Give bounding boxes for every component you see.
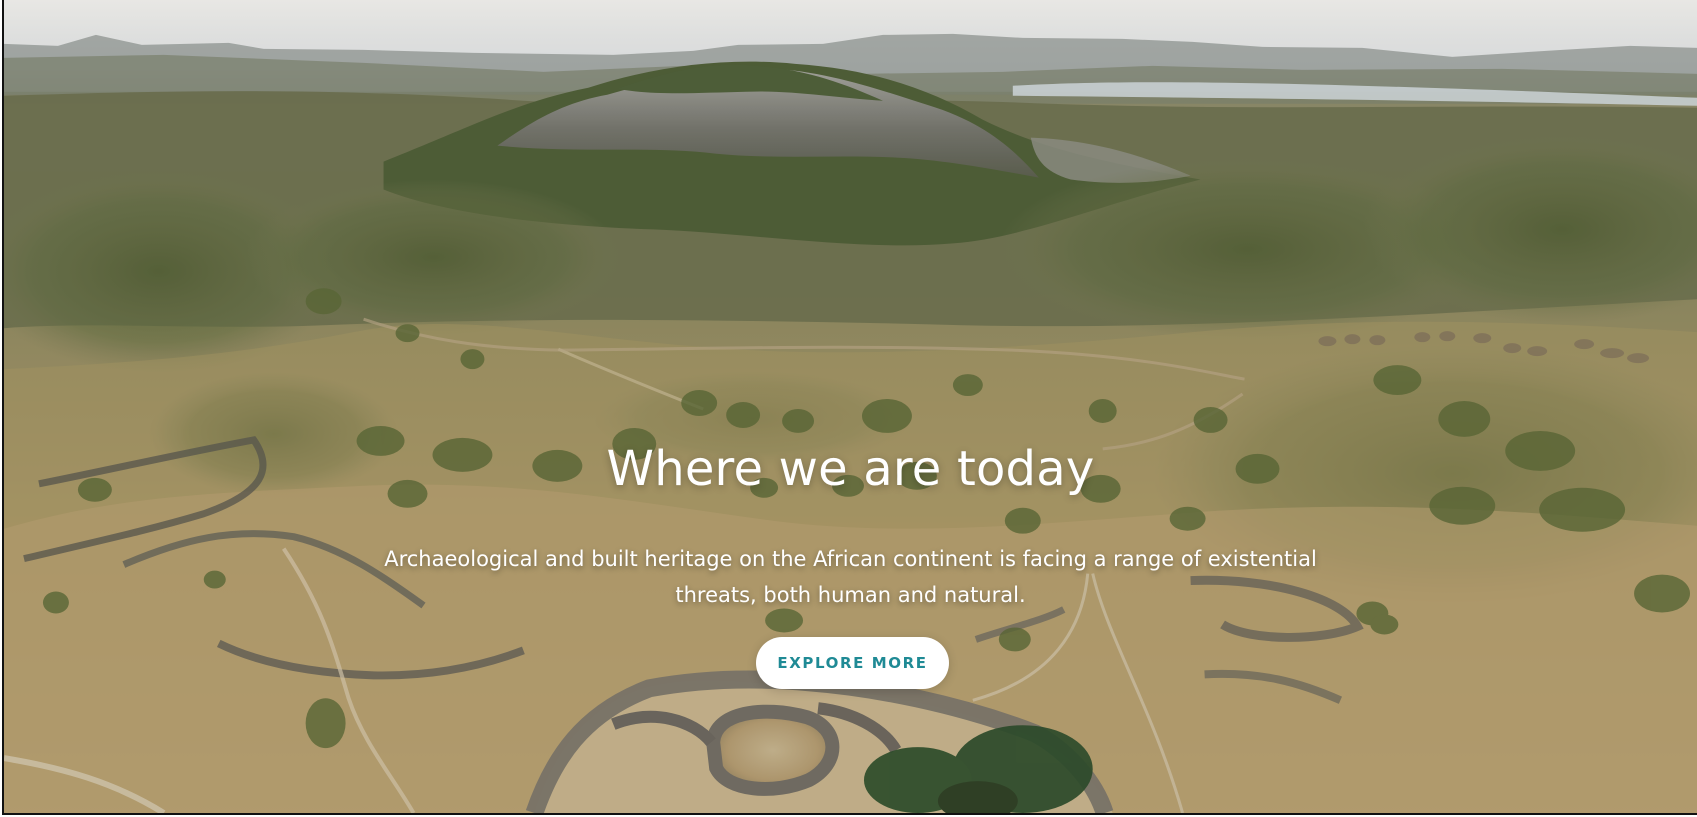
hero-subtitle: Archaeological and built heritage on the…	[384, 547, 1317, 607]
hero-title: Where we are today	[606, 441, 1095, 497]
explore-more-button[interactable]: EXPLORE MORE	[756, 637, 949, 689]
image-overlay	[4, 0, 1697, 813]
hero-content: Where we are today Archaeological and bu…	[4, 440, 1697, 613]
hero-section: Where we are today Archaeological and bu…	[2, 0, 1697, 815]
